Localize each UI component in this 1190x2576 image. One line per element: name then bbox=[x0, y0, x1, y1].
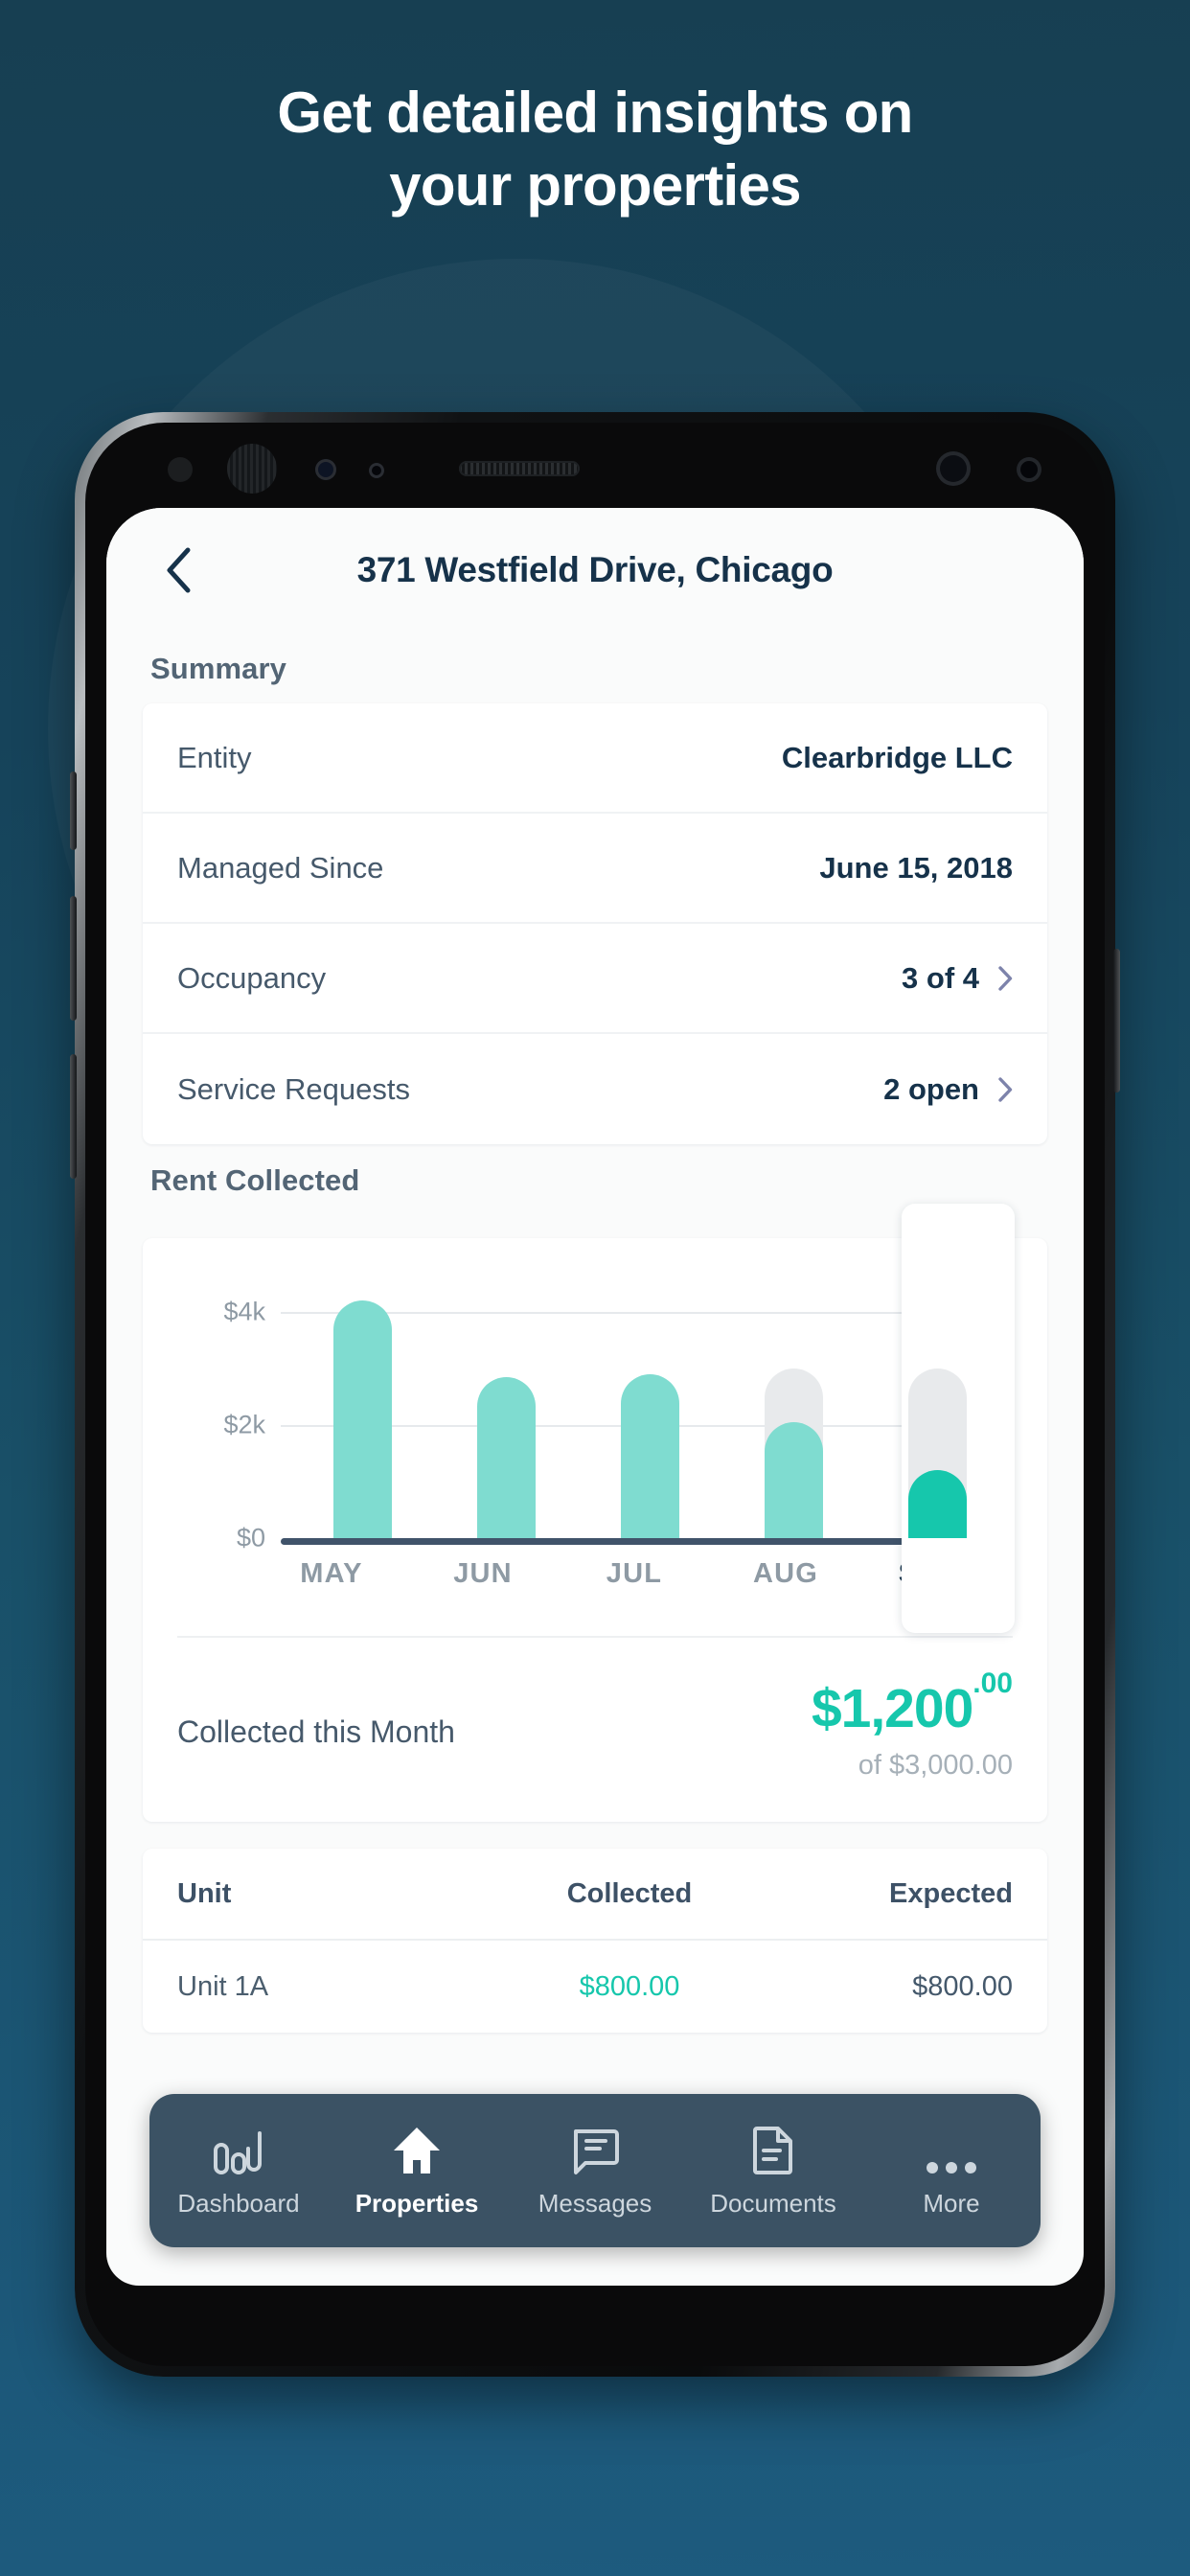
summary-card: Entity Clearbridge LLC Managed Since Jun… bbox=[143, 703, 1047, 1144]
summary-row-occupancy[interactable]: Occupancy 3 of 4 bbox=[143, 924, 1047, 1034]
y-tick-label-2k: $2k bbox=[223, 1410, 265, 1439]
summary-row-value-wrap: June 15, 2018 bbox=[819, 851, 1013, 886]
chat-bubble-icon bbox=[570, 2124, 620, 2175]
cell-expected: $800.00 bbox=[912, 1970, 1013, 2002]
chevron-right-icon bbox=[998, 965, 1013, 991]
secondary-camera-icon bbox=[1017, 457, 1041, 482]
bar-column-jul[interactable] bbox=[578, 1267, 721, 1538]
bar-collected-jul bbox=[620, 1374, 679, 1538]
rent-section-label: Rent Collected bbox=[150, 1163, 360, 1197]
bixby-button[interactable] bbox=[70, 771, 77, 850]
collected-amount-dollars: $1,200 bbox=[811, 1678, 973, 1739]
back-button[interactable] bbox=[150, 542, 206, 598]
x-label-jul: JUL bbox=[606, 1558, 663, 1589]
earpiece-speaker-icon bbox=[459, 461, 580, 476]
bar-collected-aug bbox=[764, 1422, 823, 1538]
collected-label: Collected this Month bbox=[177, 1714, 455, 1749]
promo-headline: Get detailed insights on your properties bbox=[0, 84, 1190, 215]
phone-screen: 371 Westfield Drive, Chicago Summary Ent… bbox=[106, 508, 1084, 2286]
summary-row-key: Managed Since bbox=[177, 850, 384, 885]
summary-row-managed-since: Managed Since June 15, 2018 bbox=[143, 814, 1047, 924]
rent-bar-chart: $4k $2k $0 bbox=[177, 1204, 1015, 1633]
app-header: 371 Westfield Drive, Chicago bbox=[106, 508, 1084, 632]
nav-item-label: Dashboard bbox=[177, 2188, 300, 2218]
ir-sensor-icon bbox=[369, 463, 384, 478]
chart-x-labels: MAY JUN JUL AUG SEPT bbox=[177, 1558, 1013, 1590]
summary-row-entity: Entity Clearbridge LLC bbox=[143, 703, 1047, 814]
nav-item-label: More bbox=[923, 2188, 980, 2218]
volume-up-button[interactable] bbox=[70, 896, 77, 1021]
x-label-may: MAY bbox=[300, 1558, 363, 1589]
bar-column-aug[interactable] bbox=[721, 1267, 865, 1538]
bar-chart-icon bbox=[213, 2124, 264, 2175]
chevron-right-icon bbox=[998, 1076, 1013, 1102]
collected-this-month-row: Collected this Month $1,200.00 of $3,000… bbox=[143, 1638, 1047, 1822]
y-tick-label-0: $0 bbox=[236, 1523, 265, 1552]
summary-row-value: 3 of 4 bbox=[902, 960, 979, 995]
summary-row-value-wrap: 3 of 4 bbox=[902, 961, 1013, 996]
power-button[interactable] bbox=[1113, 949, 1120, 1092]
promo-headline-line1: Get detailed insights on bbox=[277, 80, 913, 145]
summary-row-key: Service Requests bbox=[177, 1071, 410, 1106]
ellipsis-icon bbox=[926, 2124, 977, 2175]
page-title: 371 Westfield Drive, Chicago bbox=[356, 550, 834, 589]
cell-unit: Unit 1A bbox=[177, 1970, 269, 2002]
bar-column-jun[interactable] bbox=[434, 1267, 578, 1538]
document-icon bbox=[751, 2124, 795, 2175]
table-row[interactable]: Unit 1A $800.00 $800.00 bbox=[143, 1941, 1047, 2033]
chevron-left-icon bbox=[167, 547, 191, 593]
bar-column-may[interactable] bbox=[290, 1267, 434, 1538]
y-tick-label-4k: $4k bbox=[223, 1297, 265, 1326]
nav-item-label: Messages bbox=[538, 2188, 652, 2218]
nav-item-dashboard[interactable]: Dashboard bbox=[149, 2094, 328, 2247]
column-header-collected: Collected bbox=[566, 1877, 693, 1909]
bottom-navigation: Dashboard Properties Messages Documents … bbox=[149, 2094, 1041, 2247]
collected-amount-cents: .00 bbox=[973, 1667, 1013, 1699]
summary-row-key: Entity bbox=[177, 740, 252, 774]
summary-section-label: Summary bbox=[150, 652, 286, 685]
collected-values: $1,200.00 of $3,000.00 bbox=[812, 1668, 1013, 1782]
nav-item-label: Properties bbox=[355, 2188, 479, 2218]
bar-collected-may bbox=[332, 1300, 392, 1538]
nav-item-properties[interactable]: Properties bbox=[328, 2094, 506, 2247]
nav-item-messages[interactable]: Messages bbox=[506, 2094, 684, 2247]
x-label-jun: JUN bbox=[453, 1558, 513, 1589]
units-table-header: Unit Collected Expected bbox=[143, 1849, 1047, 1941]
collected-amount: $1,200.00 bbox=[812, 1668, 1013, 1736]
summary-row-key: Occupancy bbox=[177, 960, 327, 995]
nav-item-documents[interactable]: Documents bbox=[684, 2094, 862, 2247]
phone-mockup: 371 Westfield Drive, Chicago Summary Ent… bbox=[70, 412, 1120, 2377]
rent-chart-card: $4k $2k $0 MAY JUN JUL AUG Collected thi… bbox=[143, 1204, 1047, 1822]
collected-expected-total: of $3,000.00 bbox=[858, 1750, 1013, 1781]
home-icon bbox=[391, 2124, 443, 2175]
summary-row-value: Clearbridge LLC bbox=[781, 740, 1013, 774]
x-label-aug: AUG bbox=[752, 1558, 819, 1589]
nav-item-more[interactable]: More bbox=[862, 2094, 1041, 2247]
summary-row-value-wrap: Clearbridge LLC bbox=[782, 741, 1013, 775]
proximity-sensor-icon bbox=[168, 457, 193, 482]
bar-collected-sept bbox=[907, 1470, 967, 1538]
front-camera-icon bbox=[936, 451, 971, 486]
units-table-card: Unit Collected Expected Unit 1A $800.00 … bbox=[143, 1849, 1047, 2033]
column-header-unit: Unit bbox=[177, 1877, 232, 1909]
summary-row-service-requests[interactable]: Service Requests 2 open bbox=[143, 1034, 1047, 1144]
volume-down-button[interactable] bbox=[70, 1054, 77, 1179]
summary-row-value: June 15, 2018 bbox=[819, 850, 1013, 885]
light-sensor-icon bbox=[315, 459, 336, 480]
bar-collected-jun bbox=[476, 1377, 536, 1538]
column-header-expected: Expected bbox=[889, 1877, 1013, 1909]
cell-collected: $800.00 bbox=[579, 1970, 680, 2002]
summary-row-value: 2 open bbox=[883, 1071, 979, 1106]
summary-row-value-wrap: 2 open bbox=[883, 1072, 1013, 1107]
iris-sensor-icon bbox=[227, 444, 277, 494]
nav-item-label: Documents bbox=[710, 2188, 836, 2218]
bar-column-sept[interactable] bbox=[865, 1267, 1009, 1538]
promo-headline-line2: your properties bbox=[389, 153, 801, 218]
chart-bars bbox=[290, 1267, 1009, 1538]
